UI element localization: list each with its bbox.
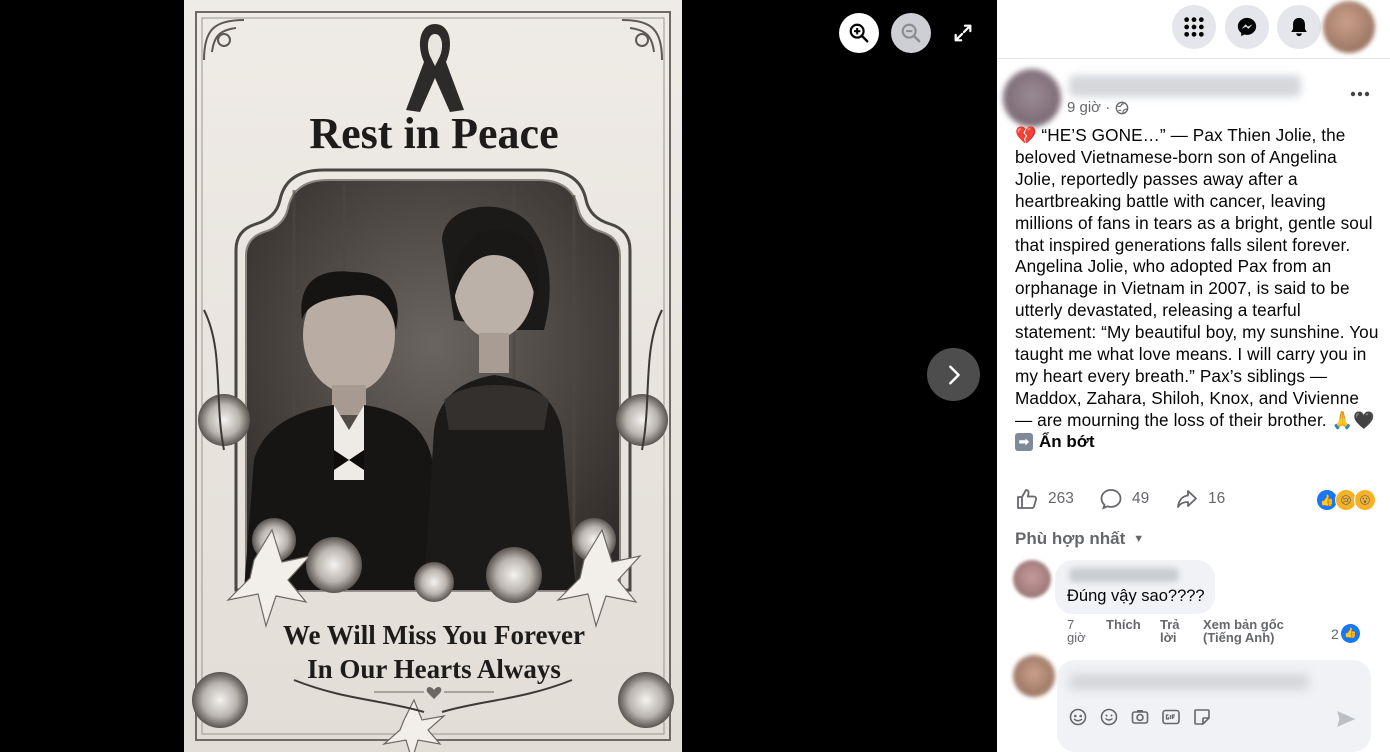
camera-button[interactable]	[1131, 708, 1149, 726]
image-line-1: We Will Miss You Forever	[283, 620, 585, 650]
comment-sort-dropdown[interactable]: Phù hợp nhất ▼	[1015, 529, 1144, 549]
sticker-icon	[1194, 709, 1210, 725]
post-time-text: 9 giờ ·	[1067, 99, 1111, 116]
commenter-name[interactable]	[1069, 568, 1179, 582]
my-avatar	[1013, 655, 1055, 697]
see-less-label: Ẩn bớt	[1039, 432, 1095, 451]
post-timestamp[interactable]: 9 giờ ·	[1067, 99, 1129, 116]
like-button[interactable]: 263	[1015, 487, 1074, 511]
bell-icon	[1291, 17, 1307, 37]
like-count: 263	[1048, 490, 1074, 507]
comment-count: 49	[1132, 490, 1150, 507]
more-options-button[interactable]	[1350, 80, 1370, 103]
emoji-icon	[1100, 708, 1118, 726]
menu-button[interactable]	[1172, 5, 1216, 49]
image-title: Rest in Peace	[309, 109, 558, 158]
send-button[interactable]	[1337, 710, 1356, 733]
memorial-photo[interactable]: Rest in Peace We Will Miss You Forever I…	[184, 0, 682, 752]
share-icon	[1177, 490, 1197, 508]
grid-icon	[1184, 17, 1204, 37]
see-original-button[interactable]: Xem bản gốc (Tiếng Anh)	[1203, 618, 1313, 644]
author-name[interactable]	[1069, 75, 1301, 97]
sticker-button[interactable]	[1193, 708, 1211, 726]
image-line-2: In Our Hearts Always	[307, 654, 561, 684]
top-bar	[997, 0, 1390, 59]
share-count: 16	[1208, 490, 1226, 507]
account-avatar[interactable]	[1323, 1, 1375, 53]
post-header	[997, 59, 1390, 127]
composer-tools	[1069, 708, 1211, 726]
post-body: 💔 “HE’S GONE…” — Pax Thien Jolie, the be…	[1015, 125, 1379, 430]
comment-input[interactable]	[1057, 660, 1371, 752]
comment-like-button[interactable]: Thích	[1106, 618, 1141, 631]
more-icon	[1350, 91, 1370, 97]
avatar-sticker-button[interactable]	[1069, 708, 1087, 726]
fullscreen-button[interactable]	[946, 16, 980, 50]
camera-icon	[1131, 710, 1149, 724]
messenger-icon	[1237, 17, 1257, 37]
comment-reaction-number: 2	[1331, 625, 1339, 642]
thumbs-up-icon	[1017, 489, 1038, 509]
emoji-button[interactable]	[1100, 708, 1118, 726]
next-photo-button[interactable]	[927, 348, 980, 401]
input-placeholder	[1069, 674, 1309, 690]
commenter-avatar[interactable]	[1013, 560, 1051, 598]
see-less-link[interactable]: ➡ Ẩn bớt	[1015, 432, 1095, 452]
caret-down-icon: ▼	[1133, 533, 1145, 545]
comment-reaction-count[interactable]: 2 👍	[1331, 624, 1360, 643]
post-stats: 263 49 16 👍 😢 😮	[1015, 487, 1380, 513]
wow-reaction-icon: 😮	[1354, 489, 1376, 511]
memorial-image: Rest in Peace We Will Miss You Forever I…	[184, 0, 682, 752]
comment-button[interactable]: 49	[1099, 487, 1149, 511]
messenger-button[interactable]	[1225, 5, 1269, 49]
comment-text: Đúng vậy sao????	[1067, 587, 1205, 605]
gif-button[interactable]	[1162, 708, 1180, 726]
comment-time[interactable]: 7 giờ	[1067, 618, 1091, 644]
gif-icon	[1162, 709, 1180, 725]
avatar-sticker-icon	[1069, 708, 1087, 726]
comment-item: Đúng vậy sao???? 7 giờ Thích Trả lời Xem…	[1013, 560, 1383, 656]
like-reaction-icon: 👍	[1340, 624, 1360, 643]
photo-viewer: Rest in Peace We Will Miss You Forever I…	[0, 0, 997, 752]
zoom-in-icon	[849, 23, 869, 43]
zoom-out-icon	[901, 23, 921, 43]
notifications-button[interactable]	[1277, 5, 1321, 49]
zoom-out-button[interactable]	[891, 13, 931, 53]
send-icon	[1337, 711, 1356, 727]
comment-reply-button[interactable]: Trả lời	[1160, 618, 1188, 644]
comment-bubble: Đúng vậy sao????	[1055, 560, 1215, 614]
arrow-right-icon: ➡	[1015, 433, 1033, 451]
reaction-summary[interactable]: 👍 😢 😮	[1316, 489, 1376, 511]
share-button[interactable]: 16	[1175, 487, 1225, 511]
zoom-in-button[interactable]	[839, 13, 879, 53]
sort-label: Phù hợp nhất	[1015, 529, 1126, 548]
author-avatar[interactable]	[1003, 69, 1061, 127]
comment-icon	[1100, 489, 1122, 510]
expand-icon	[954, 24, 972, 42]
comment-composer	[1013, 655, 1373, 752]
chevron-right-icon	[948, 365, 960, 384]
globe-icon	[1115, 101, 1129, 114]
post-panel: 9 giờ · 💔 “HE’S GONE…” — Pax Thien Jolie…	[997, 0, 1390, 752]
